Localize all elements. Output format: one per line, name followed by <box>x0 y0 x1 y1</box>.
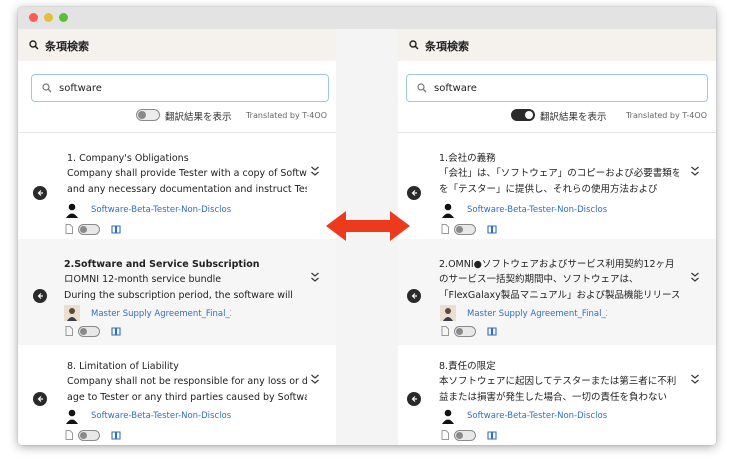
avatar-icon <box>440 305 456 321</box>
panel-title: 条項検索 <box>45 40 89 53</box>
clause-toggle[interactable] <box>78 224 100 235</box>
document-icon[interactable] <box>441 326 449 336</box>
clause-card[interactable]: 8.責任の限定 本ソフトウェアに起因してテスターまたは第三者に不利 益または損害… <box>398 345 716 445</box>
clause-text-line: Company shall not be responsible for any… <box>67 376 307 387</box>
search-input[interactable] <box>434 79 694 97</box>
maximize-window-button[interactable] <box>59 13 68 22</box>
clause-title: 1.会社の義務 <box>439 153 496 164</box>
source-file-link[interactable]: Software-Beta-Tester-Non-Disclosure-Agre… <box>467 411 607 421</box>
book-icon[interactable] <box>487 326 497 336</box>
avatar-icon <box>64 305 80 321</box>
insert-clause-button[interactable] <box>33 289 47 303</box>
avatar-icon <box>64 202 80 218</box>
avatar-icon <box>440 202 456 218</box>
book-icon[interactable] <box>111 224 121 234</box>
clause-card[interactable]: 1.会社の義務 「会社」は、「ソフトウェア」のコピーおよび必要書類を を「テスタ… <box>398 133 716 239</box>
search-box[interactable] <box>406 74 708 102</box>
book-icon[interactable] <box>487 224 497 234</box>
clause-card[interactable]: 8. Limitation of Liability Company shall… <box>18 345 336 445</box>
show-translation-toggle[interactable] <box>136 109 160 121</box>
insert-clause-button[interactable] <box>407 289 421 303</box>
clause-text-line: 「会社」は、「ソフトウェア」のコピーおよび必要書類を <box>439 168 679 179</box>
clause-text-line: のサービス一括契約期間中、ソフトウェアは、 <box>439 274 639 285</box>
clause-text-line: を「テスター」に提供し、それらの使用方法および <box>439 184 658 195</box>
chevron-down-icon[interactable] <box>310 373 320 385</box>
book-icon[interactable] <box>111 326 121 336</box>
titlebar <box>18 7 716 29</box>
clause-text-line: Company shall provide Tester with a copy… <box>67 168 307 179</box>
clause-card[interactable]: 2.Software and Service Subscription ロOMN… <box>18 239 336 345</box>
insert-clause-button[interactable] <box>33 186 47 200</box>
search-box[interactable] <box>31 74 329 102</box>
document-icon[interactable] <box>65 430 73 440</box>
back-arrow-icon <box>411 190 417 196</box>
chevron-down-icon[interactable] <box>690 271 700 283</box>
close-window-button[interactable] <box>29 13 38 22</box>
clause-text-line: and any necessary documentation and inst… <box>67 184 307 195</box>
clause-text-line: During the subscription period, the soft… <box>64 290 293 301</box>
minimize-window-button[interactable] <box>44 13 53 22</box>
chevron-down-icon[interactable] <box>690 165 700 177</box>
document-icon[interactable] <box>65 326 73 336</box>
source-file-link[interactable]: Master Supply Agreement_Final_2019 <box>91 309 231 319</box>
search-icon <box>417 83 427 93</box>
insert-clause-button[interactable] <box>407 392 421 406</box>
clause-toggle[interactable] <box>78 326 100 337</box>
clause-text-line: age to Tester or any third parties cause… <box>67 392 307 403</box>
panel-header: 条項検索 <box>398 29 716 61</box>
show-translation-label: 翻訳結果を表示 <box>165 112 232 123</box>
avatar-icon <box>64 408 80 424</box>
show-translation-toggle[interactable] <box>511 109 535 121</box>
clause-text-line: ロOMNI 12-month service bundle <box>64 274 222 285</box>
clause-card[interactable]: 1. Company's Obligations Company shall p… <box>18 133 336 239</box>
back-arrow-icon <box>411 396 417 402</box>
translated-by-label: Translated by T-4OO <box>625 111 707 120</box>
clause-search-panel-translated: 条項検索 翻訳結果を表示 Translated by T-4OO 1.会社の義務… <box>398 29 716 445</box>
chevron-down-icon[interactable] <box>310 165 320 177</box>
panel-header: 条項検索 <box>18 29 336 61</box>
panel-title: 条項検索 <box>425 40 469 53</box>
source-file-link[interactable]: Master Supply Agreement_Final_2019 <box>467 309 607 319</box>
clause-toggle[interactable] <box>454 224 476 235</box>
source-file-link[interactable]: Software-Beta-Tester-Non-Disclosure-Agre… <box>467 205 607 215</box>
translated-by-label: Translated by T-4OO <box>245 111 327 120</box>
book-icon[interactable] <box>111 430 121 440</box>
clause-title: 1. Company's Obligations <box>67 153 189 164</box>
insert-clause-button[interactable] <box>33 392 47 406</box>
clause-text-line: 益または損害が発生した場合、一切の責任を負わない <box>439 392 668 403</box>
clause-title: 8. Limitation of Liability <box>67 361 179 372</box>
source-file-link[interactable]: Software-Beta-Tester-Non-Disclosure-Agre… <box>91 205 231 215</box>
clause-title: 2.OMNI●ソフトウェアおよびサービス利用契約12ヶ月 <box>439 259 675 270</box>
back-arrow-icon <box>37 190 43 196</box>
document-icon[interactable] <box>441 430 449 440</box>
clause-search-panel-original: 条項検索 翻訳結果を表示 Translated by T-4OO 1. Comp… <box>18 29 336 445</box>
double-arrow-icon <box>326 211 410 241</box>
clause-toggle[interactable] <box>78 430 100 441</box>
back-arrow-icon <box>411 293 417 299</box>
book-icon[interactable] <box>487 430 497 440</box>
clause-text-line: 「FlexGalaxy製品マニュアル」および製品機能リリース <box>439 290 679 301</box>
chevron-down-icon[interactable] <box>310 271 320 283</box>
document-icon[interactable] <box>65 224 73 234</box>
search-icon <box>29 40 39 50</box>
back-arrow-icon <box>37 396 43 402</box>
search-icon <box>409 40 419 50</box>
clause-title: 8.責任の限定 <box>439 361 496 372</box>
source-file-link[interactable]: Software-Beta-Tester-Non-Disclosure-Agre… <box>91 411 231 421</box>
clause-toggle[interactable] <box>454 430 476 441</box>
clause-text-line: 本ソフトウェアに起因してテスターまたは第三者に不利 <box>439 376 677 387</box>
avatar-icon <box>440 408 456 424</box>
clause-toggle[interactable] <box>454 326 476 337</box>
chevron-down-icon[interactable] <box>690 373 700 385</box>
back-arrow-icon <box>37 293 43 299</box>
search-input[interactable] <box>59 79 319 97</box>
show-translation-label: 翻訳結果を表示 <box>540 112 607 123</box>
search-icon <box>42 83 52 93</box>
clause-card[interactable]: 2.OMNI●ソフトウェアおよびサービス利用契約12ヶ月 のサービス一括契約期間… <box>398 239 716 345</box>
insert-clause-button[interactable] <box>407 186 421 200</box>
clause-title: 2.Software and Service Subscription <box>64 259 260 270</box>
document-icon[interactable] <box>441 224 449 234</box>
